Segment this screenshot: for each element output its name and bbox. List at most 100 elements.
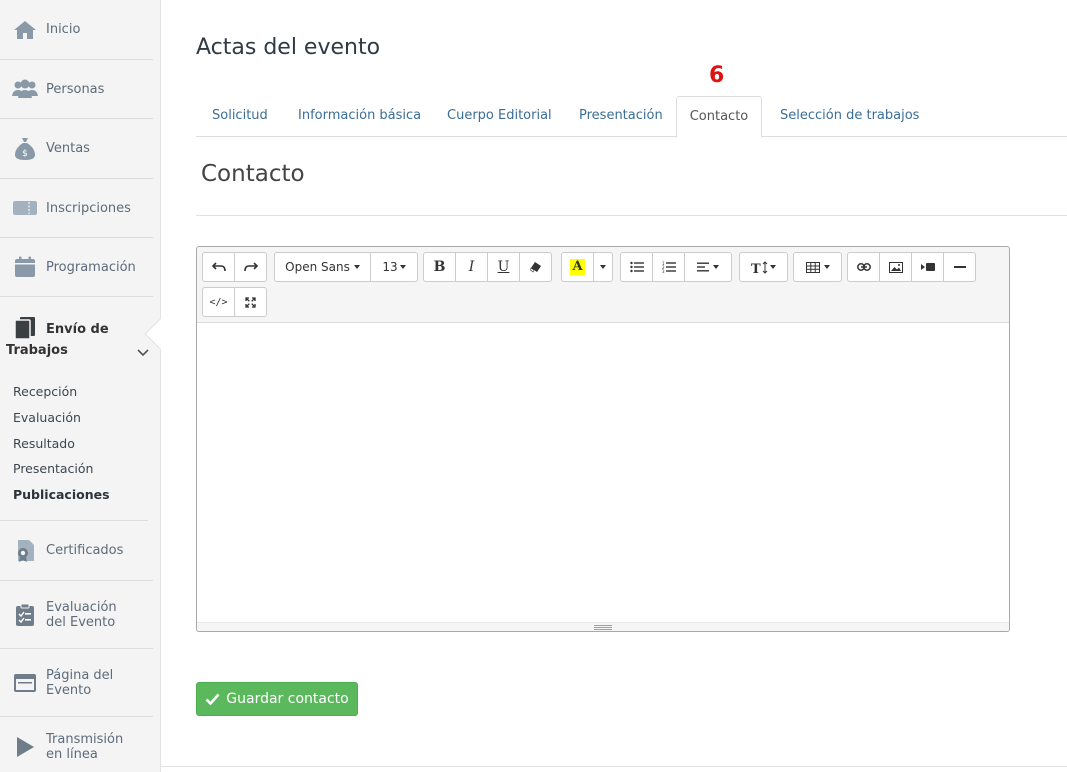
sidebar-item-label: Inicio: [46, 22, 81, 37]
clipboard-icon: [0, 603, 46, 627]
caret-down-icon: [770, 265, 776, 269]
tab-cuerpo-editorial[interactable]: Cuerpo Editorial: [431, 96, 568, 137]
caret-down-icon: [600, 265, 606, 269]
expand-icon: [245, 296, 256, 308]
sidebar-item-label: Programación: [46, 259, 136, 275]
sidebar-sublist: Recepción Evaluación Resultado Presentac…: [13, 382, 110, 511]
chevron-down-icon[interactable]: [137, 342, 149, 361]
underline-button[interactable]: U: [487, 252, 520, 282]
sidebar-item-personas[interactable]: Personas: [0, 60, 153, 119]
sidebar-item-label: Ventas: [46, 141, 90, 156]
caret-down-icon: [399, 265, 406, 269]
sidebar-active-title-line1: Envío de: [46, 322, 109, 337]
home-icon: [0, 20, 46, 40]
sidebar-subitem-evaluacion[interactable]: Evaluación: [13, 408, 110, 434]
browser-window-icon: [0, 673, 46, 693]
clear-format-button[interactable]: [519, 252, 552, 282]
sidebar-subitem-publicaciones[interactable]: Publicaciones: [13, 485, 110, 511]
height-group: T: [739, 252, 788, 282]
undo-button[interactable]: [202, 252, 235, 282]
numbered-list-icon: 123: [662, 261, 676, 273]
align-left-icon: [697, 262, 709, 272]
picture-icon: [888, 261, 903, 273]
sidebar-item-label: Inscripciones: [46, 200, 131, 216]
calendar-icon: [0, 256, 46, 278]
bold-icon: B: [433, 259, 446, 275]
undo-icon: [211, 262, 226, 272]
table-dropdown[interactable]: [793, 252, 842, 282]
sidebar-item-transmision-en-linea[interactable]: Transmisión en línea: [0, 717, 153, 772]
font-family-dropdown[interactable]: Open Sans: [274, 252, 371, 282]
font-family-value: Open Sans: [285, 260, 350, 274]
horizontal-rule-icon: [953, 266, 966, 268]
caret-down-icon: [823, 265, 830, 269]
editor-toolbar: Open Sans 13 B I U A 123 T </>: [197, 247, 1009, 323]
tab-bar: Solicitud Información básica Cuerpo Edit…: [196, 96, 1067, 138]
money-bag-icon: $: [0, 137, 46, 161]
sidebar-item-evaluacion-del-evento[interactable]: Evaluación del Evento: [0, 581, 153, 649]
resize-grip-icon: [594, 625, 612, 630]
sidebar-item-inicio[interactable]: Inicio: [0, 0, 153, 60]
sidebar-item-label: Página del Evento: [46, 667, 114, 698]
bold-button[interactable]: B: [423, 252, 456, 282]
italic-icon: I: [468, 259, 475, 275]
sidebar-subitem-resultado[interactable]: Resultado: [13, 434, 110, 460]
code-icon: </>: [209, 296, 228, 308]
table-group: [793, 252, 842, 282]
italic-button[interactable]: I: [455, 252, 488, 282]
editor-content-area[interactable]: [197, 323, 1009, 623]
sidebar-item-certificados[interactable]: Certificados: [0, 521, 153, 581]
line-height-dropdown[interactable]: T: [739, 252, 788, 282]
font-size-value: 13: [382, 260, 398, 274]
code-view-button[interactable]: </>: [202, 287, 235, 317]
font-size-dropdown[interactable]: 13: [370, 252, 418, 282]
save-contact-label: Guardar contacto: [226, 691, 349, 707]
sidebar-item-label: Transmisión en línea: [46, 732, 124, 762]
underline-icon: U: [497, 259, 510, 275]
editor-resize-handle[interactable]: [197, 622, 1009, 631]
section-divider: [196, 215, 1067, 216]
align-dropdown[interactable]: [684, 252, 732, 282]
sidebar: Inicio Personas $ Ventas Inscripciones P…: [0, 0, 161, 772]
sidebar-item-ventas[interactable]: $ Ventas: [0, 119, 153, 179]
sidebar-item-inscripciones[interactable]: Inscripciones: [0, 179, 153, 238]
content-bottom-border: [160, 766, 1067, 767]
color-group: A: [561, 252, 613, 282]
insert-link-button[interactable]: [847, 252, 880, 282]
section-title: Contacto: [201, 161, 305, 187]
horizontal-rule-button[interactable]: [943, 252, 976, 282]
paragraph-group: 123: [620, 252, 732, 282]
sidebar-active-title-line2: Trabajos: [6, 343, 68, 358]
sidebar-subitem-recepcion[interactable]: Recepción: [13, 382, 110, 408]
unordered-list-button[interactable]: [620, 252, 653, 282]
text-height-icon: T: [751, 260, 768, 274]
play-icon: [0, 736, 46, 758]
tab-contacto[interactable]: Contacto: [676, 96, 762, 138]
tab-seleccion-de-trabajos[interactable]: Selección de trabajos: [764, 96, 935, 137]
eraser-icon: [529, 262, 541, 273]
save-contact-button[interactable]: Guardar contacto: [196, 682, 358, 716]
insert-video-button[interactable]: [911, 252, 944, 282]
ticket-icon: [0, 199, 46, 217]
ordered-list-button[interactable]: 123: [652, 252, 685, 282]
sidebar-item-programacion[interactable]: Programación: [0, 238, 153, 297]
tab-informacion-basica[interactable]: Información básica: [282, 96, 437, 137]
redo-icon: [243, 262, 258, 272]
sidebar-item-label: Evaluación del Evento: [46, 599, 117, 630]
history-group: [202, 252, 267, 282]
sidebar-item-label: Certificados: [46, 543, 124, 558]
text-color-button[interactable]: A: [561, 252, 594, 282]
rich-text-editor: Open Sans 13 B I U A 123 T </>: [196, 246, 1010, 632]
text-color-dropdown[interactable]: [593, 252, 613, 282]
sidebar-subitem-presentacion[interactable]: Presentación: [13, 459, 110, 485]
sidebar-item-pagina-del-evento[interactable]: Página del Evento: [0, 649, 153, 717]
fullscreen-button[interactable]: [234, 287, 267, 317]
sidebar-item-label: Personas: [46, 81, 105, 97]
insert-picture-button[interactable]: [879, 252, 912, 282]
caret-down-icon: [713, 265, 719, 269]
tab-presentacion[interactable]: Presentación: [563, 96, 679, 137]
link-icon: [856, 263, 871, 271]
tab-solicitud[interactable]: Solicitud: [196, 96, 284, 137]
page-title: Actas del evento: [196, 35, 381, 60]
redo-button[interactable]: [234, 252, 267, 282]
